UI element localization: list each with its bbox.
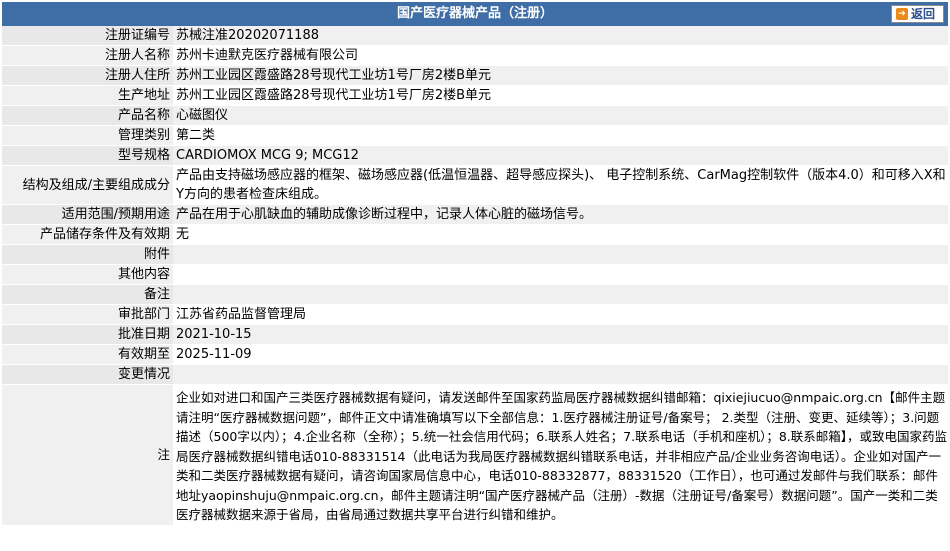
table-row: 适用范围/预期用途 产品在用于心肌缺血的辅助成像诊断过程中，记录人体心脏的磁场信号… [2, 204, 948, 225]
table-row: 生产地址 苏州工业园区霞盛路28号现代工业坊1号厂房2楼B单元 [2, 85, 948, 106]
row-value: 产品由支持磁场感应器的框架、磁场感应器(低温恒温器、超导感应探头)、 电子控制系… [173, 165, 948, 205]
back-button[interactable]: ➔ 返回 [890, 5, 944, 23]
row-value [173, 364, 948, 385]
arrow-right-icon: ➔ [895, 8, 908, 20]
table-row: 批准日期 2021-10-15 [2, 324, 948, 345]
table-row: 产品名称 心磁图仪 [2, 105, 948, 126]
row-value: CARDIOMOX MCG 9; MCG12 [173, 145, 948, 166]
row-label: 其他内容 [2, 264, 173, 285]
table-row: 备注 [2, 284, 948, 305]
row-value: 产品在用于心肌缺血的辅助成像诊断过程中，记录人体心脏的磁场信号。 [173, 204, 948, 225]
back-button-label: 返回 [910, 7, 935, 21]
row-value [173, 284, 948, 305]
row-label: 产品储存条件及有效期 [2, 224, 173, 245]
table-row: 产品储存条件及有效期无 [2, 224, 948, 245]
table-row: 变更情况 [2, 364, 948, 385]
row-label: 注册人名称 [2, 45, 173, 66]
row-label: 型号规格 [2, 145, 173, 166]
row-label: 生产地址 [2, 85, 173, 106]
row-label: 备注 [2, 284, 173, 305]
table-row: 结构及组成/主要组成成分 产品由支持磁场感应器的框架、磁场感应器(低温恒温器、超导… [2, 165, 948, 205]
row-value: 苏州卡迪默克医疗器械有限公司 [173, 45, 948, 66]
table-row: 注册人名称 苏州卡迪默克医疗器械有限公司 [2, 45, 948, 66]
row-label: 适用范围/预期用途 [2, 204, 173, 225]
row-label: 产品名称 [2, 105, 173, 126]
row-label: 注册人住所 [2, 65, 173, 86]
row-label: 管理类别 [2, 125, 173, 146]
page-header: 国产医疗器械产品（注册） ➔ 返回 [2, 2, 948, 26]
table-row: 注册证编号 苏械注准20202071188 [2, 26, 948, 46]
row-value: 第二类 [173, 125, 948, 146]
row-label: 结构及组成/主要组成成分 [2, 165, 173, 205]
table-row: 附件 [2, 244, 948, 265]
note-label: 注 [2, 384, 173, 525]
row-label: 批准日期 [2, 324, 173, 345]
row-value: 2021-10-15 [173, 324, 948, 345]
table-row: 管理类别 第二类 [2, 125, 948, 146]
row-value [173, 244, 948, 265]
page-title: 国产医疗器械产品（注册） [396, 6, 553, 21]
row-label: 附件 [2, 244, 173, 265]
table-row: 有效期至 2025-11-09 [2, 344, 948, 365]
note-row: 注企业如对进口和国产三类医疗器械数据有疑问，请发送邮件至国家药监局医疗器械数据纠… [2, 384, 948, 525]
row-value: 江苏省药品监督管理局 [173, 304, 948, 325]
table-row: 注册人住所 苏州工业园区霞盛路28号现代工业坊1号厂房2楼B单元 [2, 65, 948, 86]
row-label: 注册证编号 [2, 26, 173, 46]
row-value [173, 264, 948, 285]
note-text: 企业如对进口和国产三类医疗器械数据有疑问，请发送邮件至国家药监局医疗器械数据纠错… [173, 384, 948, 525]
detail-table: 注册证编号 苏械注准20202071188 注册人名称 苏州卡迪默克医疗器械有限公司注… [2, 26, 948, 526]
row-value: 2025-11-09 [173, 344, 948, 365]
table-row: 审批部门 江苏省药品监督管理局 [2, 304, 948, 325]
row-label: 变更情况 [2, 364, 173, 385]
row-value: 无 [173, 224, 948, 245]
row-value: 心磁图仪 [173, 105, 948, 126]
row-value: 苏州工业园区霞盛路28号现代工业坊1号厂房2楼B单元 [173, 65, 948, 86]
row-label: 审批部门 [2, 304, 173, 325]
row-value: 苏州工业园区霞盛路28号现代工业坊1号厂房2楼B单元 [173, 85, 948, 106]
row-value: 苏械注准20202071188 [173, 26, 948, 46]
row-label: 有效期至 [2, 344, 173, 365]
table-row: 其他内容 [2, 264, 948, 285]
table-row: 型号规格 CARDIOMOX MCG 9; MCG12 [2, 145, 948, 166]
